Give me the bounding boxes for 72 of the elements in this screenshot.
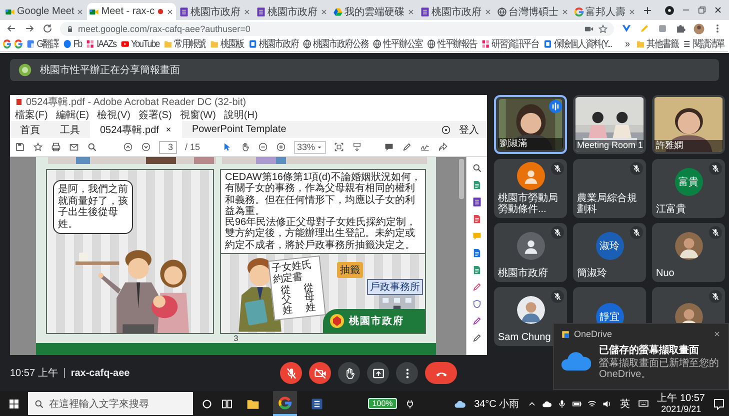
browser-tab[interactable]: 桃園市政府	[176, 3, 253, 20]
address-bar[interactable]: meet.google.com/rax-cafq-aee?authuser=0	[60, 22, 614, 36]
zoom-dropdown[interactable]: 33%	[294, 140, 326, 154]
bookmark[interactable]: 常用帳號	[162, 37, 206, 51]
banner-text: 桃園市性平辦正在分享簡報畫面	[40, 64, 180, 77]
participant-name: 桃園市政府	[498, 268, 548, 279]
app-name: OneDrive	[574, 329, 612, 339]
search-field[interactable]: 在這裡輸入文字來搜尋	[28, 392, 193, 415]
participant-name: Meeting Room 1	[575, 140, 644, 152]
bookmark[interactable]: 性平辦公室	[372, 37, 424, 51]
meeting-time: 10:57 上午	[10, 366, 58, 380]
menu-item[interactable]: 編輯(E)	[56, 108, 90, 122]
input-method[interactable]: 英	[620, 396, 630, 410]
option-text: 從父姓	[280, 286, 294, 317]
bookmark[interactable]: 閱讀清單	[682, 37, 726, 51]
browser-tab[interactable]: 桃園市政府	[418, 3, 494, 20]
participant-name: Nuo	[656, 268, 674, 279]
page-count: / 15	[185, 142, 200, 152]
overflow-chevron[interactable]: »	[622, 38, 633, 50]
participant-name: 農業局綜合規劃科	[577, 193, 638, 215]
browser-tab[interactable]: 桃園市政府	[254, 3, 330, 20]
document-tab[interactable]: 首頁	[10, 121, 50, 138]
bookmark[interactable]: 保險個人資料(Y...	[542, 37, 613, 51]
participant-name: Sam Chung	[498, 332, 551, 343]
bookmark[interactable]: Fb	[62, 38, 83, 50]
meeting-code: rax-cafq-aee	[70, 368, 130, 378]
bookmark[interactable]: 桃園市政府公務	[302, 37, 370, 51]
menu-item[interactable]: 簽署(S)	[138, 108, 172, 122]
caption-text: 民96年民法修正父母對子女姓氏採約定制，雙方約定後，方能辦理出生登記。未約定或約定不成者，將於戶政事務所抽籤決定之。	[225, 217, 418, 252]
browser-tab[interactable]: Meet - rax-c	[87, 3, 176, 20]
browser-tab[interactable]: Google Meet	[3, 3, 86, 20]
avatar: 富貴	[674, 168, 702, 196]
menu-item[interactable]: 視窗(W)	[180, 108, 216, 122]
browser-tab[interactable]: 富邦人壽	[572, 3, 638, 20]
clock-time[interactable]: 上午 10:57	[657, 392, 705, 404]
battery-indicator: 100%	[368, 398, 397, 409]
document-tab[interactable]: 0524專輯.pdf	[90, 121, 182, 138]
option-text: 從母姓	[303, 283, 316, 314]
clock-date[interactable]: 2021/9/21	[661, 404, 702, 414]
notification-text: 螢幕擷取畫面已新增至您的 OneDrive。	[599, 358, 720, 380]
page-number: 3	[232, 334, 240, 343]
weather-text: 34°C 小雨	[474, 398, 520, 410]
avatar: 淑玲	[596, 232, 624, 260]
browser-tab[interactable]: 我的雲端硬碟	[330, 3, 417, 20]
bookmark[interactable]: 其他書籤	[635, 37, 679, 51]
bookmark[interactable]: 桃園市政府	[248, 37, 300, 51]
participant-name: 簡淑玲	[577, 268, 607, 279]
participant-name: 江富貴	[656, 204, 686, 215]
participant-name: 桃園市勞動局勞動條件...	[498, 193, 559, 215]
browser-tab[interactable]: 台灣博碩士	[494, 3, 571, 20]
notification-title: 已儲存的螢幕擷取畫面	[599, 344, 700, 357]
caption-text: CEDAW第16條第1項(d)不論婚姻狀況如何，有關子女的事務，作為父母親有相同的權利和義務。但在任何情形下，均應以子女的利益為重。	[225, 172, 421, 217]
bookmark[interactable]: 桃園板	[209, 37, 245, 51]
bookmark[interactable]: YouTube	[120, 38, 160, 50]
office-sign: 戶政事務所	[367, 279, 423, 295]
document-tab[interactable]: 工具	[50, 121, 90, 138]
speech-bubble: 是阿，我們之前就商量好了，孩子出生後從母姓。	[53, 180, 133, 234]
bookmark[interactable]: 研習資訊平台	[480, 37, 540, 51]
bookmark[interactable]: G翻譯	[25, 37, 60, 51]
publisher-name: 桃園市政府	[349, 314, 404, 328]
menu-item[interactable]: 檢視(V)	[97, 108, 130, 122]
participant-name: 許雅嫻	[654, 140, 723, 152]
window-title: 0524專輯.pdf - Adobe Acrobat Reader DC (32-bit)	[26, 96, 246, 108]
sign-in-link[interactable]: 登入	[451, 122, 487, 136]
lottery-box: 抽籤	[337, 262, 363, 278]
menu-item[interactable]: 說明(H)	[224, 108, 258, 122]
document-tab[interactable]: PowerPoint Template	[182, 121, 296, 138]
page-field[interactable]: 3	[159, 140, 177, 154]
participant-name: 劉淑滿	[498, 138, 563, 150]
menu-item[interactable]: 檔案(F)	[15, 108, 48, 122]
bookmark[interactable]: IAAZs	[85, 38, 117, 50]
bookmark[interactable]: 性平辦報告	[426, 37, 478, 51]
